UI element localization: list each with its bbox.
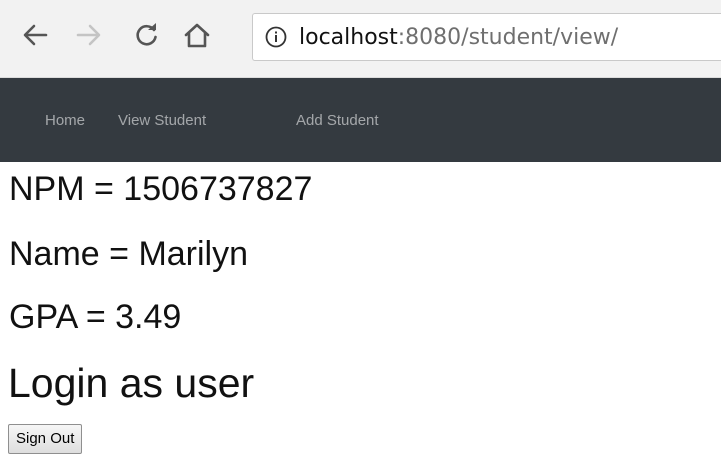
- address-bar[interactable]: localhost:8080/student/view/: [252, 13, 721, 61]
- student-npm: NPM = 1506737827: [9, 170, 313, 208]
- sign-out-button[interactable]: Sign Out: [8, 424, 83, 454]
- forward-arrow-icon[interactable]: [72, 18, 106, 52]
- home-icon[interactable]: [180, 18, 214, 52]
- back-arrow-icon[interactable]: [18, 18, 52, 52]
- student-name: Name = Marilyn: [9, 235, 249, 273]
- browser-toolbar: localhost:8080/student/view/: [0, 0, 721, 78]
- url-text[interactable]: localhost:8080/student/view/: [299, 25, 618, 51]
- nav-link-home[interactable]: Home: [45, 112, 85, 130]
- student-gpa: GPA = 3.49: [9, 298, 182, 336]
- nav-link-add-student[interactable]: Add Student: [296, 112, 379, 130]
- url-path: :8080/student/view/: [397, 25, 619, 50]
- nav-link-view-student[interactable]: View Student: [118, 112, 206, 130]
- info-icon[interactable]: [265, 26, 287, 48]
- login-heading: Login as user: [8, 360, 255, 406]
- reload-icon[interactable]: [130, 18, 164, 52]
- app-navbar: Home View Student Add Student: [0, 78, 721, 162]
- url-host: localhost: [299, 25, 398, 50]
